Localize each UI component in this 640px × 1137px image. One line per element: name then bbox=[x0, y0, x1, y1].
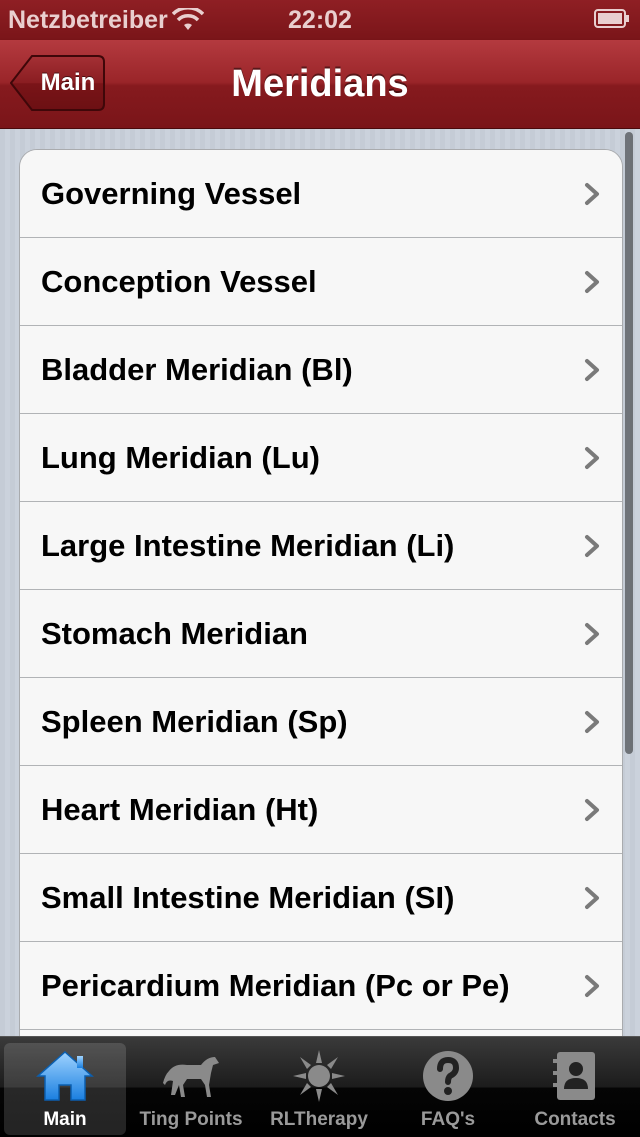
house-icon bbox=[36, 1050, 94, 1101]
tab-label: RLTherapy bbox=[270, 1109, 368, 1130]
page-title: Meridians bbox=[231, 63, 409, 105]
scrollbar[interactable] bbox=[625, 132, 633, 754]
list-item-label: Stomach Meridian bbox=[41, 616, 308, 651]
chevron-right-icon bbox=[585, 447, 599, 469]
list-item-small-intestine-meridian[interactable]: Small Intestine Meridian (SI) bbox=[20, 854, 622, 942]
tab-label: FAQ's bbox=[420, 1109, 476, 1130]
tab-label: Main bbox=[43, 1109, 87, 1130]
list-item-label: Pericardium Meridian (Pc or Pe) bbox=[41, 968, 510, 1003]
battery-icon bbox=[594, 9, 629, 28]
chevron-right-icon bbox=[585, 359, 599, 381]
tab-main[interactable]: Main bbox=[4, 1043, 126, 1135]
contacts-icon bbox=[553, 1052, 595, 1100]
list-item-label: Bladder Meridian (Bl) bbox=[41, 352, 353, 387]
chevron-right-icon bbox=[585, 535, 599, 557]
list-item-label: Conception Vessel bbox=[41, 264, 317, 299]
tab-rltherapy[interactable]: RLTherapy bbox=[258, 1043, 380, 1135]
list-item-large-intestine-meridian[interactable]: Large Intestine Meridian (Li) bbox=[20, 502, 622, 590]
list-item-label: Lung Meridian (Lu) bbox=[41, 440, 320, 475]
list-item-label: Large Intestine Meridian (Li) bbox=[41, 528, 455, 563]
chevron-right-icon bbox=[585, 887, 599, 909]
list-item-label: Governing Vessel bbox=[41, 176, 302, 211]
sun-icon bbox=[293, 1050, 345, 1102]
list-item-governing-vessel[interactable]: Governing Vessel bbox=[20, 150, 622, 238]
chevron-right-icon bbox=[585, 623, 599, 645]
list-item-conception-vessel[interactable]: Conception Vessel bbox=[20, 238, 622, 326]
list-item-spleen-meridian[interactable]: Spleen Meridian (Sp) bbox=[20, 678, 622, 766]
list-item-heart-meridian[interactable]: Heart Meridian (Ht) bbox=[20, 766, 622, 854]
list-item-label: Small Intestine Meridian (SI) bbox=[41, 880, 455, 915]
horse-icon bbox=[163, 1057, 219, 1097]
chevron-right-icon bbox=[585, 183, 599, 205]
chevron-right-icon bbox=[585, 975, 599, 997]
list-item-bladder-meridian[interactable]: Bladder Meridian (Bl) bbox=[20, 326, 622, 414]
question-icon bbox=[423, 1051, 473, 1101]
tab-ting-points[interactable]: Ting Points bbox=[130, 1043, 252, 1135]
list-item-label: Spleen Meridian (Sp) bbox=[41, 704, 348, 739]
clock: 22:02 bbox=[288, 6, 352, 34]
tab-label: Ting Points bbox=[139, 1109, 243, 1130]
meridian-list: Governing Vessel Conception Vessel Bladd… bbox=[19, 149, 623, 1036]
list-item-label: Heart Meridian (Ht) bbox=[41, 792, 319, 827]
tab-contacts[interactable]: Contacts bbox=[514, 1043, 636, 1135]
chevron-right-icon bbox=[585, 711, 599, 733]
tab-bar: Main Ting Points RLTherapy FAQ's Contact… bbox=[0, 1036, 640, 1137]
navigation-bar: Main Meridians bbox=[0, 40, 640, 129]
chevron-right-icon bbox=[585, 271, 599, 293]
list-item-lung-meridian[interactable]: Lung Meridian (Lu) bbox=[20, 414, 622, 502]
tab-faqs[interactable]: FAQ's bbox=[387, 1043, 509, 1135]
status-bar: Netzbetreiber 22:02 bbox=[0, 0, 640, 40]
list-item-stomach-meridian[interactable]: Stomach Meridian bbox=[20, 590, 622, 678]
content-area[interactable]: Governing Vessel Conception Vessel Bladd… bbox=[0, 129, 640, 1036]
tab-label: Contacts bbox=[534, 1109, 616, 1130]
list-item-pericardium-meridian[interactable]: Pericardium Meridian (Pc or Pe) bbox=[20, 942, 622, 1030]
chevron-right-icon bbox=[585, 799, 599, 821]
